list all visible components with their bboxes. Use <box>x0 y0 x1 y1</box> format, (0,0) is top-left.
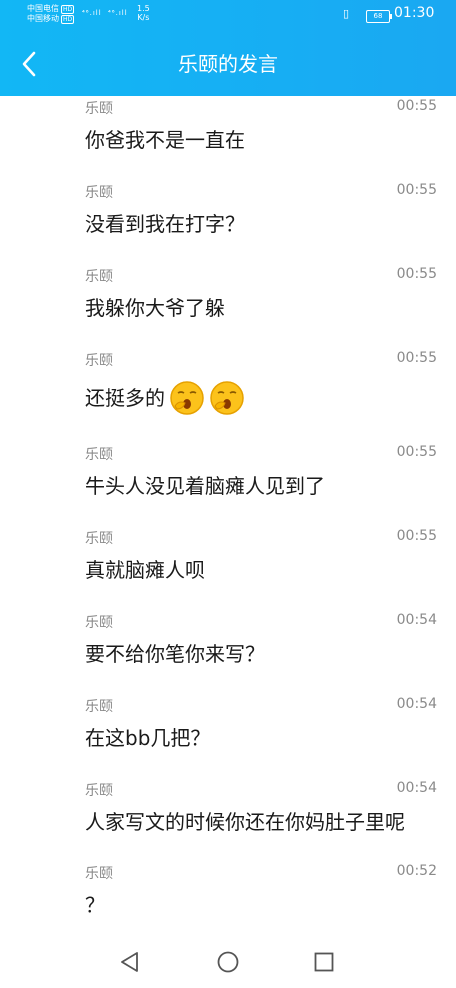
status-bar: 中国电信 HD 中国移动 HD ⁴⁶.ıll ⁴⁶.ıll 1.5 K/s ▯ 68… <box>0 0 456 32</box>
message-list[interactable]: 乐颐 00:55 你爸我不是一直在 乐颐 00:55 没看到我在打字？ 乐颐 0… <box>0 96 456 936</box>
sender-name: 乐颐 <box>85 615 113 631</box>
message-time: 00:55 <box>396 266 437 282</box>
message-time: 00:55 <box>396 528 437 544</box>
message-text: 你爸我不是一直在 <box>85 128 245 152</box>
message-time: 00:55 <box>396 98 437 114</box>
battery-icon: 68 <box>366 10 392 23</box>
signal-icon: ⁴⁶.ıll <box>82 9 102 17</box>
message-text-body: 还挺多的 <box>85 386 165 410</box>
message-text: ？ <box>85 893 105 917</box>
sender-name: 乐颐 <box>85 866 113 882</box>
title-bar: 乐颐的发言 <box>0 32 456 96</box>
vibrate-icon: ▯ <box>343 7 350 20</box>
sender-name: 乐颐 <box>85 185 113 201</box>
speed-unit: K/s <box>137 13 150 22</box>
message-text: 真就脑瘫人呗 <box>85 558 205 582</box>
system-nav-bar <box>0 936 456 988</box>
message-text: 牛头人没见着脑瘫人见到了 <box>85 474 325 498</box>
sender-name: 乐颐 <box>85 699 113 715</box>
page-title: 乐颐的发言 <box>178 52 278 76</box>
circle-home-icon[interactable] <box>216 950 240 974</box>
status-time: 01:30 <box>394 5 435 21</box>
square-recent-icon[interactable] <box>312 950 336 974</box>
message-text: 在这bb几把？ <box>85 726 211 750</box>
sender-name: 乐颐 <box>85 353 113 369</box>
message-time: 00:54 <box>396 612 437 628</box>
sender-name: 乐颐 <box>85 269 113 285</box>
message-time: 00:52 <box>396 863 437 879</box>
speed-value: 1.5 <box>137 4 150 13</box>
sender-name: 乐颐 <box>85 447 113 463</box>
yawn-emoji-icon <box>209 380 245 416</box>
triangle-back-icon[interactable] <box>118 950 142 974</box>
hd-badge: HD <box>61 4 75 14</box>
carrier-info: 中国电信 HD 中国移动 HD <box>27 4 75 24</box>
message-text: 没看到我在打字？ <box>85 212 245 236</box>
hd-badge: HD <box>61 14 75 24</box>
message-text: 还挺多的 <box>85 380 245 416</box>
message-time: 00:55 <box>396 182 437 198</box>
signal-icon: ⁴⁶.ıll <box>108 9 128 17</box>
header-bar: 中国电信 HD 中国移动 HD ⁴⁶.ıll ⁴⁶.ıll 1.5 K/s ▯ 68… <box>0 0 456 96</box>
carrier-2: 中国移动 <box>27 14 59 23</box>
message-time: 00:55 <box>396 350 437 366</box>
sender-name: 乐颐 <box>85 783 113 799</box>
message-time: 00:55 <box>396 444 437 460</box>
message-time: 00:54 <box>396 780 437 796</box>
sender-name: 乐颐 <box>85 531 113 547</box>
carrier-1: 中国电信 <box>27 4 59 13</box>
yawn-emoji-icon <box>169 380 205 416</box>
sender-name: 乐颐 <box>85 101 113 117</box>
network-speed: 1.5 K/s <box>137 4 150 22</box>
message-text: 要不给你笔你来写？ <box>85 642 265 666</box>
message-text: 人家写文的时候你还在你妈肚子里呢 <box>85 810 405 834</box>
message-time: 00:54 <box>396 696 437 712</box>
message-text: 我躲你大爷了躲 <box>85 296 225 320</box>
